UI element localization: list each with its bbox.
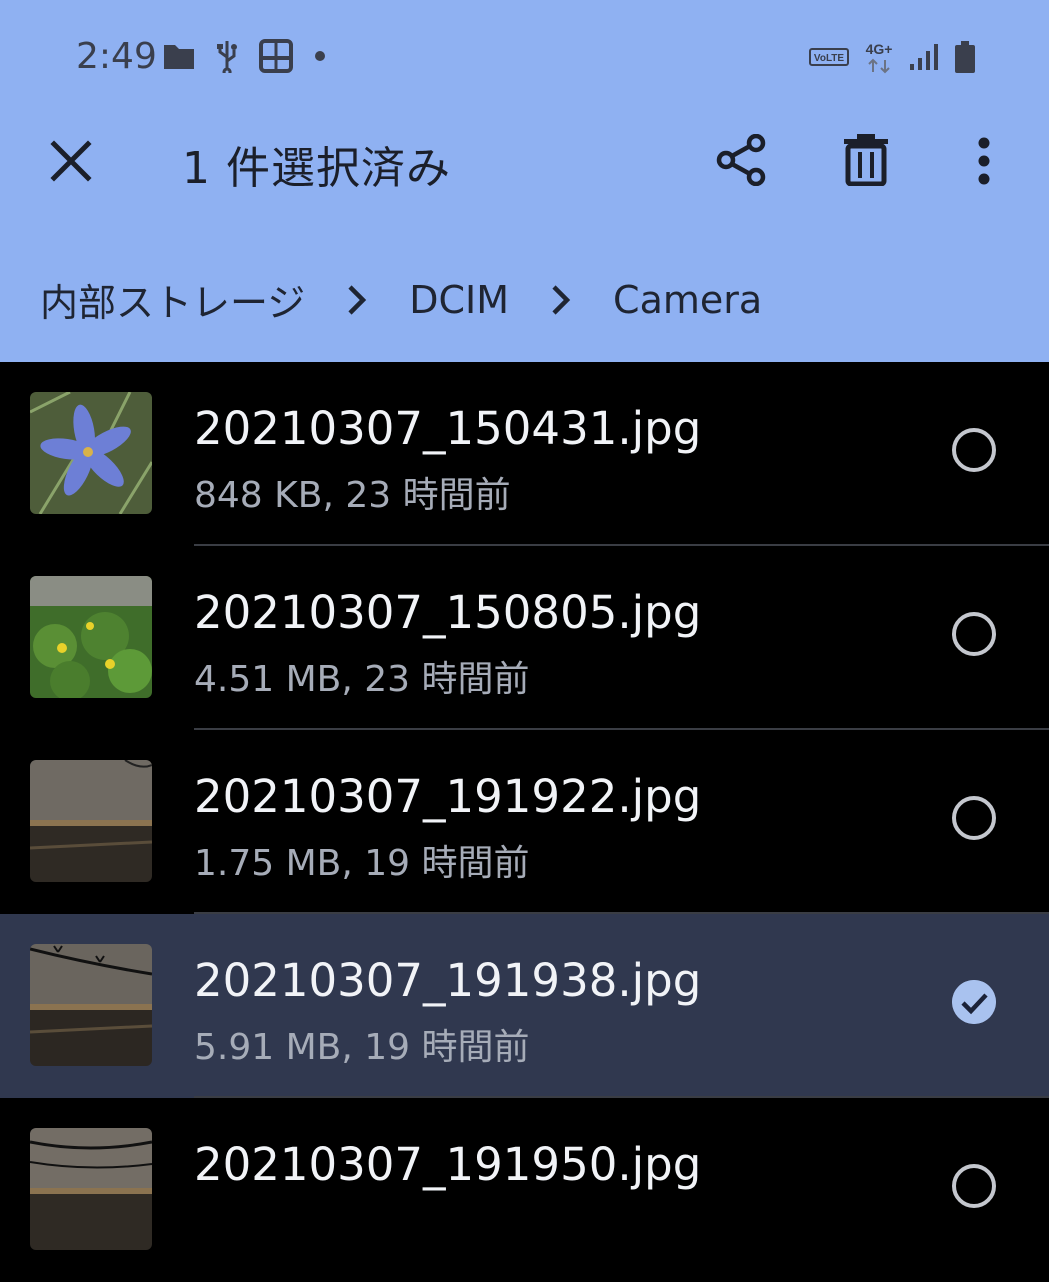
- share-icon[interactable]: [716, 134, 768, 186]
- selection-count-title: 1 件選択済み: [182, 143, 451, 194]
- dot-icon: [315, 51, 325, 61]
- close-icon[interactable]: [48, 138, 94, 184]
- breadcrumb: 内部ストレージ DCIM Camera: [40, 272, 762, 327]
- signal-icon: [910, 44, 938, 70]
- file-name: 20210307_191922.jpg: [194, 770, 702, 823]
- battery-icon: [955, 41, 975, 73]
- file-name: 20210307_150805.jpg: [194, 586, 702, 639]
- trash-icon[interactable]: [840, 132, 892, 186]
- check-icon[interactable]: [952, 980, 996, 1024]
- chevron-right-icon: [552, 284, 571, 315]
- file-thumbnail: [30, 576, 152, 698]
- file-name: 20210307_191938.jpg: [194, 954, 702, 1007]
- status-icons-right: VoLTE 4G+: [809, 40, 977, 74]
- file-thumbnail: [30, 1128, 152, 1250]
- file-meta: 4.51 MB, 23 時間前: [194, 659, 530, 700]
- file-row-selected[interactable]: 20210307_191938.jpg 5.91 MB, 19 時間前: [0, 914, 1049, 1098]
- file-name: 20210307_150431.jpg: [194, 402, 702, 455]
- book-icon: [259, 39, 293, 73]
- file-thumbnail: [30, 760, 152, 882]
- file-meta: 5.91 MB, 19 時間前: [194, 1027, 530, 1068]
- file-thumbnail: [30, 944, 152, 1066]
- breadcrumb-dcim[interactable]: DCIM: [409, 278, 509, 322]
- file-name: 20210307_191950.jpg: [194, 1138, 702, 1191]
- network-label: 4G+: [866, 41, 893, 57]
- file-row[interactable]: 20210307_191950.jpg: [0, 1098, 1049, 1282]
- more-vert-icon[interactable]: [968, 136, 1000, 186]
- status-icons-left: [162, 38, 326, 74]
- file-meta: 848 KB, 23 時間前: [194, 475, 511, 516]
- file-thumbnail: [30, 392, 152, 514]
- folder-icon: [164, 45, 194, 69]
- volte-label: VoLTE: [814, 53, 845, 64]
- file-row[interactable]: 20210307_150805.jpg 4.51 MB, 23 時間前: [0, 546, 1049, 730]
- select-radio[interactable]: [952, 428, 996, 472]
- select-radio[interactable]: [952, 1164, 996, 1208]
- file-row[interactable]: 20210307_191922.jpg 1.75 MB, 19 時間前: [0, 730, 1049, 914]
- chevron-right-icon: [348, 284, 367, 315]
- header: 2:49 VoLTE 4G+ 1 件選択済み 内部ストレージ DCIM Came…: [0, 0, 1049, 362]
- file-meta: 1.75 MB, 19 時間前: [194, 843, 530, 884]
- breadcrumb-internal-storage[interactable]: 内部ストレージ: [40, 272, 305, 327]
- status-time: 2:49: [76, 36, 157, 77]
- file-row[interactable]: 20210307_150431.jpg 848 KB, 23 時間前: [0, 362, 1049, 546]
- breadcrumb-camera[interactable]: Camera: [613, 278, 762, 322]
- select-radio[interactable]: [952, 612, 996, 656]
- volte-icon: VoLTE: [809, 48, 849, 66]
- 4g-plus-icon: 4G+: [866, 41, 893, 74]
- usb-icon: [217, 41, 237, 73]
- select-radio[interactable]: [952, 796, 996, 840]
